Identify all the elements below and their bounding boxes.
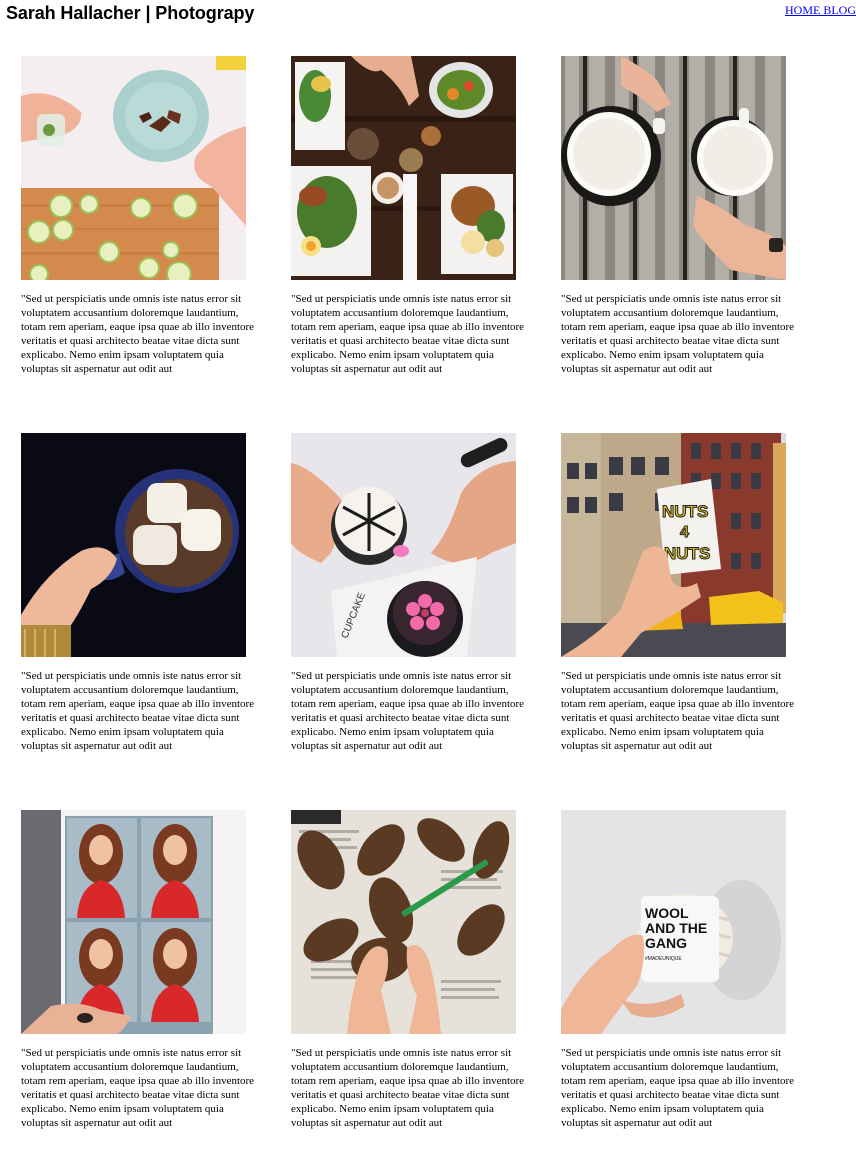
photo-city-snack[interactable]: NUTS 4 NUTS bbox=[561, 433, 786, 657]
gallery-card: "Sed ut perspiciatis unde omnis iste nat… bbox=[21, 56, 261, 406]
city-snack-image: NUTS 4 NUTS bbox=[561, 433, 786, 657]
yarn-image: WOOL AND THE GANG #MADEUNIQUE bbox=[561, 810, 786, 1034]
food-prep-image bbox=[21, 56, 246, 280]
home-blog-link[interactable]: HOME BLOG bbox=[785, 3, 856, 17]
snack-brand-word: NUTS bbox=[662, 502, 708, 521]
photo-caption: "Sed ut perspiciatis unde omnis iste nat… bbox=[561, 1047, 795, 1129]
photo-caption: "Sed ut perspiciatis unde omnis iste nat… bbox=[21, 1047, 255, 1129]
photo-booth-print[interactable] bbox=[21, 810, 246, 1034]
yarn-brand-line: AND THE bbox=[645, 920, 707, 936]
gallery-card: "Sed ut perspiciatis unde omnis iste nat… bbox=[561, 56, 801, 406]
photo-brunch-table[interactable] bbox=[291, 56, 516, 280]
snack-brand-number: 4 bbox=[680, 524, 689, 541]
yarn-tag-text: #MADEUNIQUE bbox=[645, 956, 682, 962]
gallery-card: "Sed ut perspiciatis unde omnis iste nat… bbox=[21, 433, 261, 783]
photo-hot-chocolate[interactable] bbox=[21, 433, 246, 657]
hot-chocolate-image bbox=[21, 433, 246, 657]
snack-brand-word: NUTS bbox=[664, 544, 710, 563]
photo-cupcakes[interactable]: CUPCAKE bbox=[291, 433, 516, 657]
gallery-card: "Sed ut perspiciatis unde omnis iste nat… bbox=[291, 810, 531, 1160]
photo-food-prep[interactable] bbox=[21, 56, 246, 280]
yarn-brand-line: WOOL bbox=[645, 905, 689, 921]
gallery-card: "Sed ut perspiciatis unde omnis iste nat… bbox=[21, 810, 261, 1160]
photo-caption: "Sed ut perspiciatis unde omnis iste nat… bbox=[561, 293, 795, 375]
gallery-card: CUPCAKE "Sed ut perspiciatis unde omnis … bbox=[291, 433, 531, 783]
gallery-card: WOOL AND THE GANG #MADEUNIQUE "Sed ut pe… bbox=[561, 810, 801, 1160]
pine-cones-image bbox=[291, 810, 516, 1034]
photo-coffee-cups[interactable] bbox=[561, 56, 786, 280]
photo-yarn[interactable]: WOOL AND THE GANG #MADEUNIQUE bbox=[561, 810, 786, 1034]
yarn-brand-line: GANG bbox=[645, 935, 687, 951]
site-title: Sarah Hallacher | Photograpy bbox=[6, 3, 255, 23]
gallery-card: "Sed ut perspiciatis unde omnis iste nat… bbox=[291, 56, 531, 406]
coffee-cups-image bbox=[561, 56, 786, 280]
gallery-card: NUTS 4 NUTS "Sed ut perspiciatis unde om… bbox=[561, 433, 801, 783]
booth-print-image bbox=[21, 810, 246, 1034]
photo-caption: "Sed ut perspiciatis unde omnis iste nat… bbox=[291, 1047, 525, 1129]
photo-caption: "Sed ut perspiciatis unde omnis iste nat… bbox=[21, 670, 255, 752]
photo-pine-cones[interactable] bbox=[291, 810, 516, 1034]
top-nav: HOME BLOG bbox=[785, 3, 856, 17]
cupcakes-image: CUPCAKE bbox=[291, 433, 516, 657]
photo-caption: "Sed ut perspiciatis unde omnis iste nat… bbox=[291, 293, 525, 375]
photo-gallery: "Sed ut perspiciatis unde omnis iste nat… bbox=[21, 56, 801, 1160]
photo-caption: "Sed ut perspiciatis unde omnis iste nat… bbox=[21, 293, 255, 375]
photo-caption: "Sed ut perspiciatis unde omnis iste nat… bbox=[561, 670, 795, 752]
photo-caption: "Sed ut perspiciatis unde omnis iste nat… bbox=[291, 670, 525, 752]
brunch-table-image bbox=[291, 56, 516, 280]
